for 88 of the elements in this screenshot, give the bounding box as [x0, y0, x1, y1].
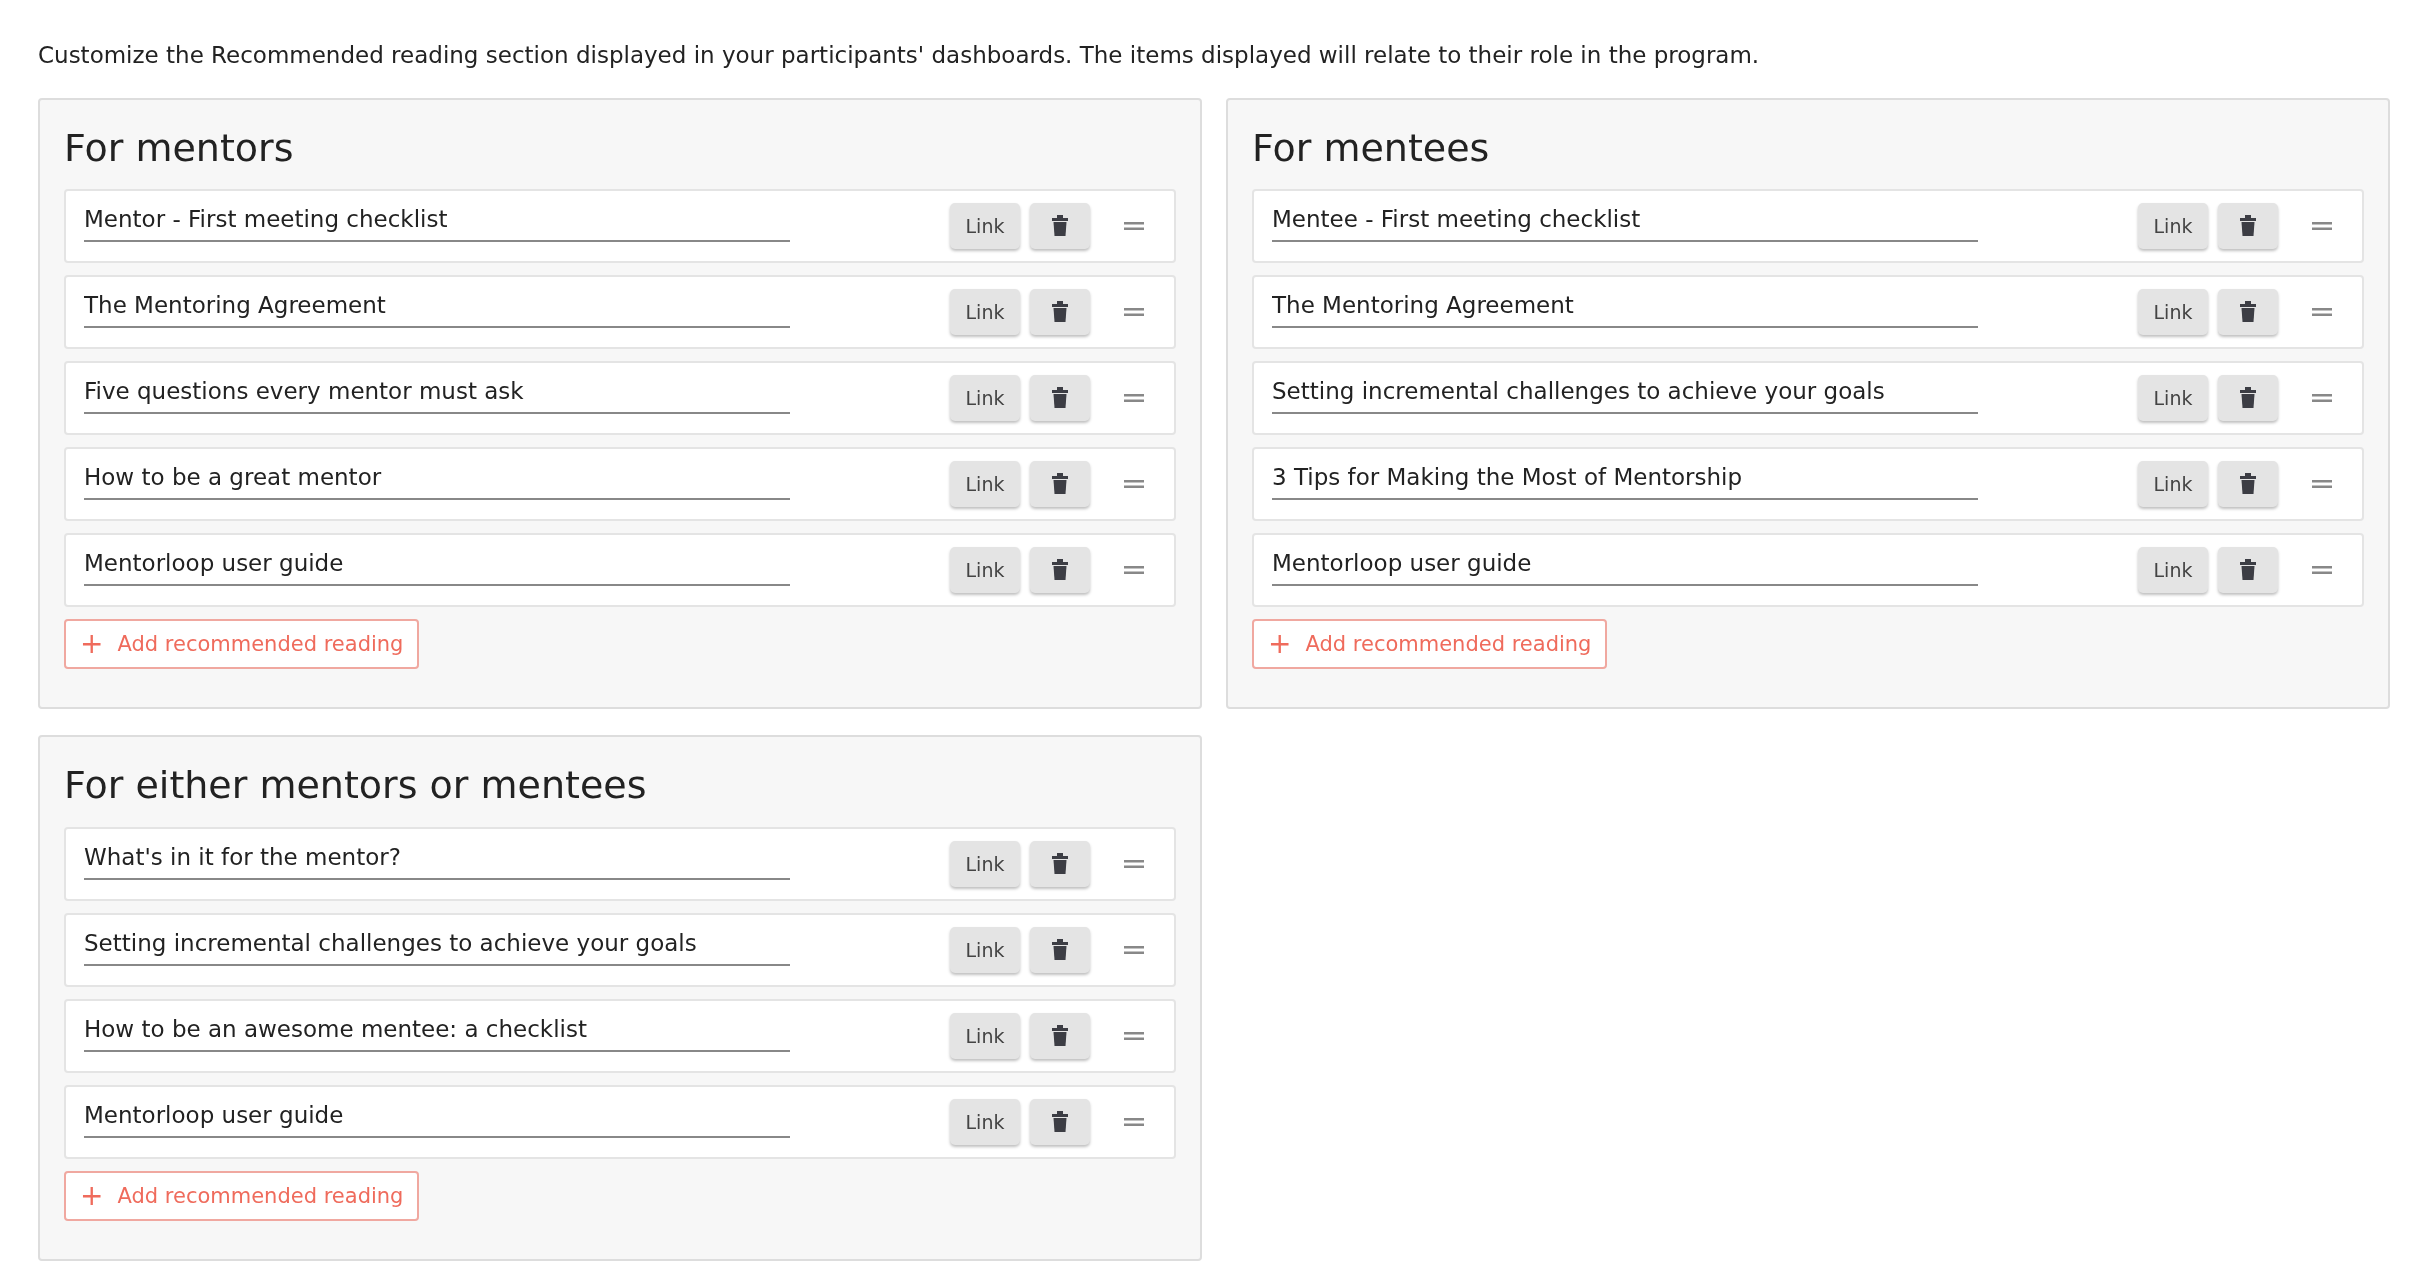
- trash-icon: [2240, 473, 2256, 496]
- delete-button[interactable]: [2218, 547, 2278, 594]
- link-button[interactable]: Link: [2138, 289, 2208, 336]
- intro-text: Customize the Recommended reading section displayed in your participants' dashboards. The items displayed will relate to their role in the program.: [38, 42, 1761, 70]
- title-input-field[interactable]: Setting incremental challenges to achieve your goals: [1272, 374, 1978, 415]
- trash-icon: [2240, 215, 2256, 238]
- trash-icon: [1052, 473, 1068, 496]
- trash-icon: [1052, 387, 1068, 410]
- trash-icon: [1052, 1024, 1068, 1047]
- link-button[interactable]: Link: [950, 547, 1020, 594]
- delete-button[interactable]: [2218, 203, 2278, 250]
- title-input-field[interactable]: The Mentoring Agreement: [84, 288, 790, 329]
- drag-handle-icon[interactable]: [2312, 394, 2332, 403]
- reading-row[interactable]: 3 Tips for Making the Most of Mentorship Link: [1252, 447, 2364, 522]
- reading-row[interactable]: Setting incremental challenges to achieve your goals Link: [64, 912, 1176, 987]
- reading-row[interactable]: How to be a great mentor Link: [64, 447, 1176, 522]
- link-button[interactable]: Link: [2138, 375, 2208, 422]
- section-heading: For mentors: [64, 125, 295, 172]
- delete-button[interactable]: [1030, 375, 1090, 422]
- trash-icon: [1052, 938, 1068, 961]
- trash-icon: [1052, 215, 1068, 238]
- link-button[interactable]: Link: [950, 461, 1020, 508]
- title-input-field[interactable]: Five questions every mentor must ask: [84, 374, 790, 415]
- trash-icon: [2240, 387, 2256, 410]
- trash-icon: [1052, 301, 1068, 324]
- delete-button[interactable]: [1030, 1012, 1090, 1059]
- reading-row[interactable]: Mentee - First meeting checklist Link: [1252, 189, 2364, 264]
- link-button[interactable]: Link: [950, 289, 1020, 336]
- link-button[interactable]: Link: [950, 203, 1020, 250]
- title-input-field[interactable]: Mentorloop user guide: [84, 546, 790, 587]
- drag-handle-icon[interactable]: [2312, 308, 2332, 317]
- link-button[interactable]: Link: [950, 375, 1020, 422]
- trash-icon: [1052, 852, 1068, 875]
- reading-row[interactable]: What's in it for the mentor? Link: [64, 826, 1176, 901]
- link-button[interactable]: Link: [2138, 461, 2208, 508]
- trash-icon: [2240, 559, 2256, 582]
- drag-handle-icon[interactable]: [1124, 859, 1144, 868]
- reading-row[interactable]: Mentor - First meeting checklist Link: [64, 189, 1176, 264]
- reading-row[interactable]: Setting incremental challenges to achieve your goals Link: [1252, 361, 2364, 436]
- drag-handle-icon[interactable]: [2312, 480, 2332, 489]
- drag-handle-icon[interactable]: [1124, 1117, 1144, 1126]
- link-button[interactable]: Link: [2138, 547, 2208, 594]
- title-input-field[interactable]: The Mentoring Agreement: [1272, 288, 1978, 329]
- drag-handle-icon[interactable]: [1124, 945, 1144, 954]
- delete-button[interactable]: [1030, 926, 1090, 973]
- trash-icon: [1052, 559, 1068, 582]
- drag-handle-icon[interactable]: [1124, 394, 1144, 403]
- delete-button[interactable]: [2218, 289, 2278, 336]
- delete-button[interactable]: [1030, 289, 1090, 336]
- drag-handle-icon[interactable]: [1124, 1031, 1144, 1040]
- reading-row[interactable]: Mentorloop user guide Link: [1252, 533, 2364, 608]
- title-input-field[interactable]: What's in it for the mentor?: [84, 839, 790, 880]
- drag-handle-icon[interactable]: [1124, 480, 1144, 489]
- section-heading: For either mentors or mentees: [64, 763, 648, 809]
- title-input-field[interactable]: Mentee - First meeting checklist: [1272, 202, 1978, 243]
- link-button[interactable]: Link: [950, 1098, 1020, 1145]
- link-button[interactable]: Link: [950, 926, 1020, 973]
- reading-row[interactable]: Five questions every mentor must ask Link: [64, 361, 1176, 436]
- delete-button[interactable]: [2218, 461, 2278, 508]
- reading-row[interactable]: The Mentoring Agreement Link: [1252, 275, 2364, 350]
- title-input-field[interactable]: How to be an awesome mentee: a checklist: [84, 1011, 790, 1052]
- title-input-field[interactable]: Setting incremental challenges to achieve your goals: [84, 925, 790, 966]
- trash-icon: [2240, 301, 2256, 324]
- link-button[interactable]: Link: [950, 1012, 1020, 1059]
- section-heading: For mentees: [1252, 125, 1491, 172]
- link-button[interactable]: Link: [950, 840, 1020, 887]
- drag-handle-icon[interactable]: [1124, 222, 1144, 231]
- delete-button[interactable]: [1030, 203, 1090, 250]
- delete-button[interactable]: [1030, 547, 1090, 594]
- reading-row[interactable]: Mentorloop user guide Link: [64, 533, 1176, 608]
- trash-icon: [1052, 1110, 1068, 1133]
- delete-button[interactable]: [1030, 1098, 1090, 1145]
- drag-handle-icon[interactable]: [1124, 308, 1144, 317]
- reading-row[interactable]: How to be an awesome mentee: a checklist Link: [64, 998, 1176, 1073]
- delete-button[interactable]: [1030, 461, 1090, 508]
- title-input-field[interactable]: How to be a great mentor: [84, 460, 790, 501]
- drag-handle-icon[interactable]: [2312, 222, 2332, 231]
- drag-handle-icon[interactable]: [2312, 566, 2332, 575]
- reading-row[interactable]: The Mentoring Agreement Link: [64, 275, 1176, 350]
- title-input-field[interactable]: Mentorloop user guide: [1272, 546, 1978, 587]
- link-button[interactable]: Link: [2138, 203, 2208, 250]
- delete-button[interactable]: [1030, 840, 1090, 887]
- reading-row[interactable]: Mentorloop user guide Link: [64, 1084, 1176, 1159]
- delete-button[interactable]: [2218, 375, 2278, 422]
- drag-handle-icon[interactable]: [1124, 566, 1144, 575]
- title-input-field[interactable]: Mentor - First meeting checklist: [84, 202, 790, 243]
- title-input-field[interactable]: Mentorloop user guide: [84, 1097, 790, 1138]
- title-input-field[interactable]: 3 Tips for Making the Most of Mentorship: [1272, 460, 1978, 501]
